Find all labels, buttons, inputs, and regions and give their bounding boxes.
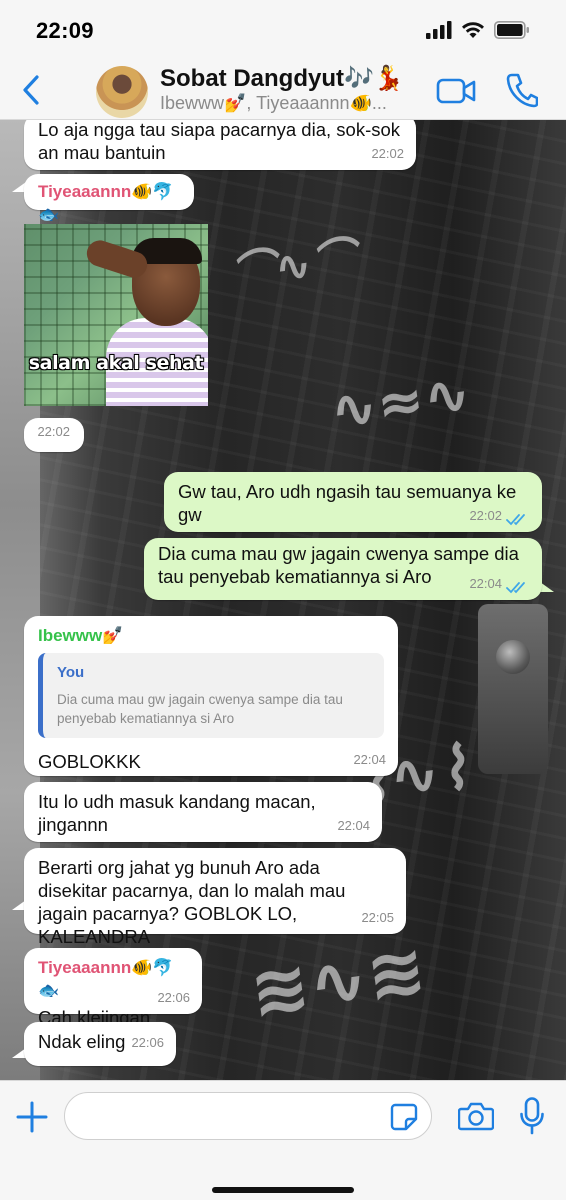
message-bubble-incoming[interactable]: Itu lo udh masuk kandang macan, jingannn… — [24, 782, 382, 842]
video-call-icon[interactable] — [436, 76, 476, 106]
sticker-icon[interactable] — [390, 1103, 418, 1131]
quoted-message[interactable]: You Dia cuma mau gw jagain cwenya sampe … — [38, 653, 384, 738]
wallpaper-door-plate — [478, 604, 548, 774]
message-time: 22:02 — [469, 508, 502, 523]
quote-author: You — [57, 664, 85, 681]
home-indicator[interactable] — [212, 1187, 354, 1193]
message-bubble-incoming[interactable]: Lo aja ngga tau siapa pacarnya dia, sok-… — [24, 120, 416, 170]
group-members-subtitle[interactable]: Ibewww💅, Tiyeaaannn🐠... — [160, 93, 387, 114]
plus-icon[interactable] — [16, 1101, 48, 1133]
camera-icon[interactable] — [458, 1101, 494, 1131]
status-icons — [426, 21, 530, 39]
message-text: Berarti org jahat yg bunuh Aro ada disek… — [38, 857, 346, 947]
group-avatar[interactable] — [96, 66, 148, 118]
group-title[interactable]: Sobat Dangdyut🎶💃 — [160, 64, 404, 93]
message-time: 22:04 — [353, 752, 386, 767]
message-time: 22:04 — [337, 818, 370, 833]
message-bubble-outgoing[interactable]: Dia cuma mau gw jagain cwenya sampe dia … — [144, 538, 542, 600]
message-input-bar — [0, 1080, 566, 1200]
message-bubble-incoming[interactable]: Ndak eling 22:06 — [24, 1022, 176, 1066]
wallpaper-graffiti: ⌒∿⌒ — [227, 232, 359, 301]
message-bubble-incoming[interactable]: Berarti org jahat yg bunuh Aro ada disek… — [24, 848, 406, 947]
message-bubble-incoming[interactable]: Tiyeaaannn🐠🐬🐟 — [24, 174, 194, 224]
bubble-tail — [540, 582, 554, 592]
message-time: 22:06 — [131, 1035, 164, 1050]
message-time: 22:04 — [469, 576, 502, 591]
message-bubble-incoming[interactable]: 22:02 — [24, 418, 84, 452]
message-text: GOBLOKKK — [38, 751, 141, 772]
phone-call-icon[interactable] — [506, 72, 538, 108]
status-time: 22:09 — [36, 18, 94, 43]
cellular-signal-icon — [426, 21, 452, 39]
message-input[interactable] — [64, 1092, 432, 1140]
message-time: 22:06 — [157, 990, 190, 1005]
chat-header: Sobat Dangdyut🎶💃 Ibewww💅, Tiyeaaannn🐠... — [0, 60, 566, 120]
message-text: Lo aja ngga tau siapa pacarnya dia, sok-… — [38, 120, 401, 163]
microphone-icon[interactable] — [520, 1097, 544, 1135]
message-time: 22:05 — [361, 910, 394, 925]
message-bubble-incoming[interactable]: Tiyeaaannn🐠🐬🐟 Cah klejingan 22:06 — [24, 948, 202, 1028]
image-message[interactable]: salam akal sehat — [24, 224, 208, 406]
sender-name[interactable]: Tiyeaaannn🐠🐬🐟 — [38, 180, 180, 226]
read-ticks-icon — [506, 514, 525, 526]
meme-caption: salam akal sehat — [28, 352, 204, 374]
battery-icon — [494, 21, 529, 39]
wifi-icon — [462, 22, 484, 38]
quote-text: Dia cuma mau gw jagain cwenya sampe dia … — [57, 692, 343, 726]
chevron-left-icon[interactable] — [20, 74, 44, 106]
message-text: Itu lo udh masuk kandang macan, jingannn — [38, 791, 316, 835]
sender-name[interactable]: Ibewww💅 — [38, 624, 384, 647]
message-time: 22:02 — [371, 146, 404, 161]
status-bar: 22:09 — [0, 0, 566, 60]
message-time: 22:02 — [37, 424, 70, 439]
message-bubble-outgoing[interactable]: Gw tau, Aro udh ngasih tau semuanya ke g… — [164, 472, 542, 532]
chat-background: ⌒∿⌒ ∿≈∿ ⌇∿⌇ ≋∿≋ Lo aja ngga tau siapa pa… — [0, 120, 566, 1080]
wallpaper-graffiti: ∿≈∿ — [326, 360, 475, 445]
read-ticks-icon — [506, 582, 525, 594]
wallpaper-door-knob — [496, 640, 530, 674]
message-bubble-incoming[interactable]: Ibewww💅 You Dia cuma mau gw jagain cweny… — [24, 616, 398, 776]
